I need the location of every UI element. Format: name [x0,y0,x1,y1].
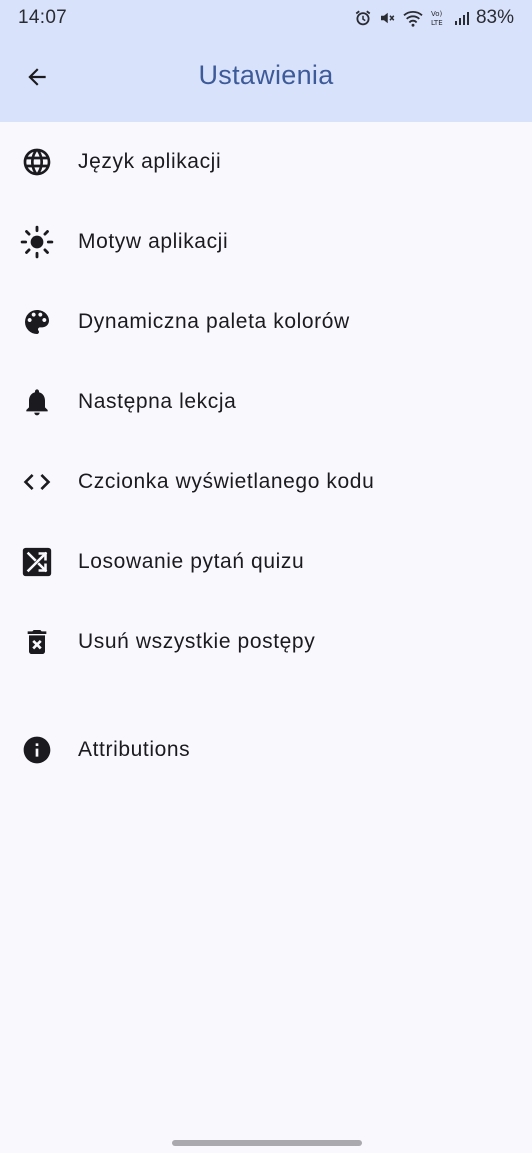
setting-shuffle-quiz[interactable]: Losowanie pytań quizu [0,522,532,602]
setting-dynamic-palette[interactable]: Dynamiczna paleta kolorów [0,282,532,362]
info-icon [20,733,54,767]
setting-label: Losowanie pytań quizu [78,550,305,573]
setting-next-lesson[interactable]: Następna lekcja [0,362,532,442]
delete-forever-icon [20,625,54,659]
brightness-icon [20,225,54,259]
setting-attributions[interactable]: Attributions [0,710,532,790]
setting-label: Następna lekcja [78,390,237,413]
svg-text:LTE: LTE [431,19,443,27]
bell-icon [20,385,54,419]
mute-icon [378,9,396,27]
setting-delete-progress[interactable]: Usuń wszystkie postępy [0,602,532,682]
setting-label: Usuń wszystkie postępy [78,630,316,653]
setting-label: Język aplikacji [78,150,222,173]
alarm-icon [354,9,372,27]
shuffle-icon [20,545,54,579]
status-icons: Vo) LTE 83% [354,7,514,29]
setting-code-font[interactable]: Czcionka wyświetlanego kodu [0,442,532,522]
setting-label: Motyw aplikacji [78,230,229,253]
svg-text:Vo): Vo) [431,10,443,18]
settings-screen: 14:07 Vo) LTE 83% Ustawienia Język aplik… [0,0,532,1153]
status-time: 14:07 [18,7,68,28]
top-app-bar: Ustawienia [0,36,532,122]
wifi-icon [402,9,424,27]
setting-label: Dynamiczna paleta kolorów [78,310,350,333]
settings-list: Język aplikacji Motyw aplikacji Dynamicz… [0,122,532,790]
gesture-nav-handle[interactable] [172,1140,362,1146]
page-title: Ustawienia [198,60,334,90]
code-icon [20,465,54,499]
globe-icon [20,145,54,179]
status-bar: 14:07 Vo) LTE 83% [0,0,532,36]
setting-label: Attributions [78,738,191,761]
setting-label: Czcionka wyświetlanego kodu [78,470,375,493]
volte-icon: Vo) LTE [430,8,448,28]
setting-app-language[interactable]: Język aplikacji [0,122,532,202]
signal-icon [454,10,470,26]
palette-icon [20,305,54,339]
setting-app-theme[interactable]: Motyw aplikacji [0,202,532,282]
battery-percent: 83% [475,7,514,28]
